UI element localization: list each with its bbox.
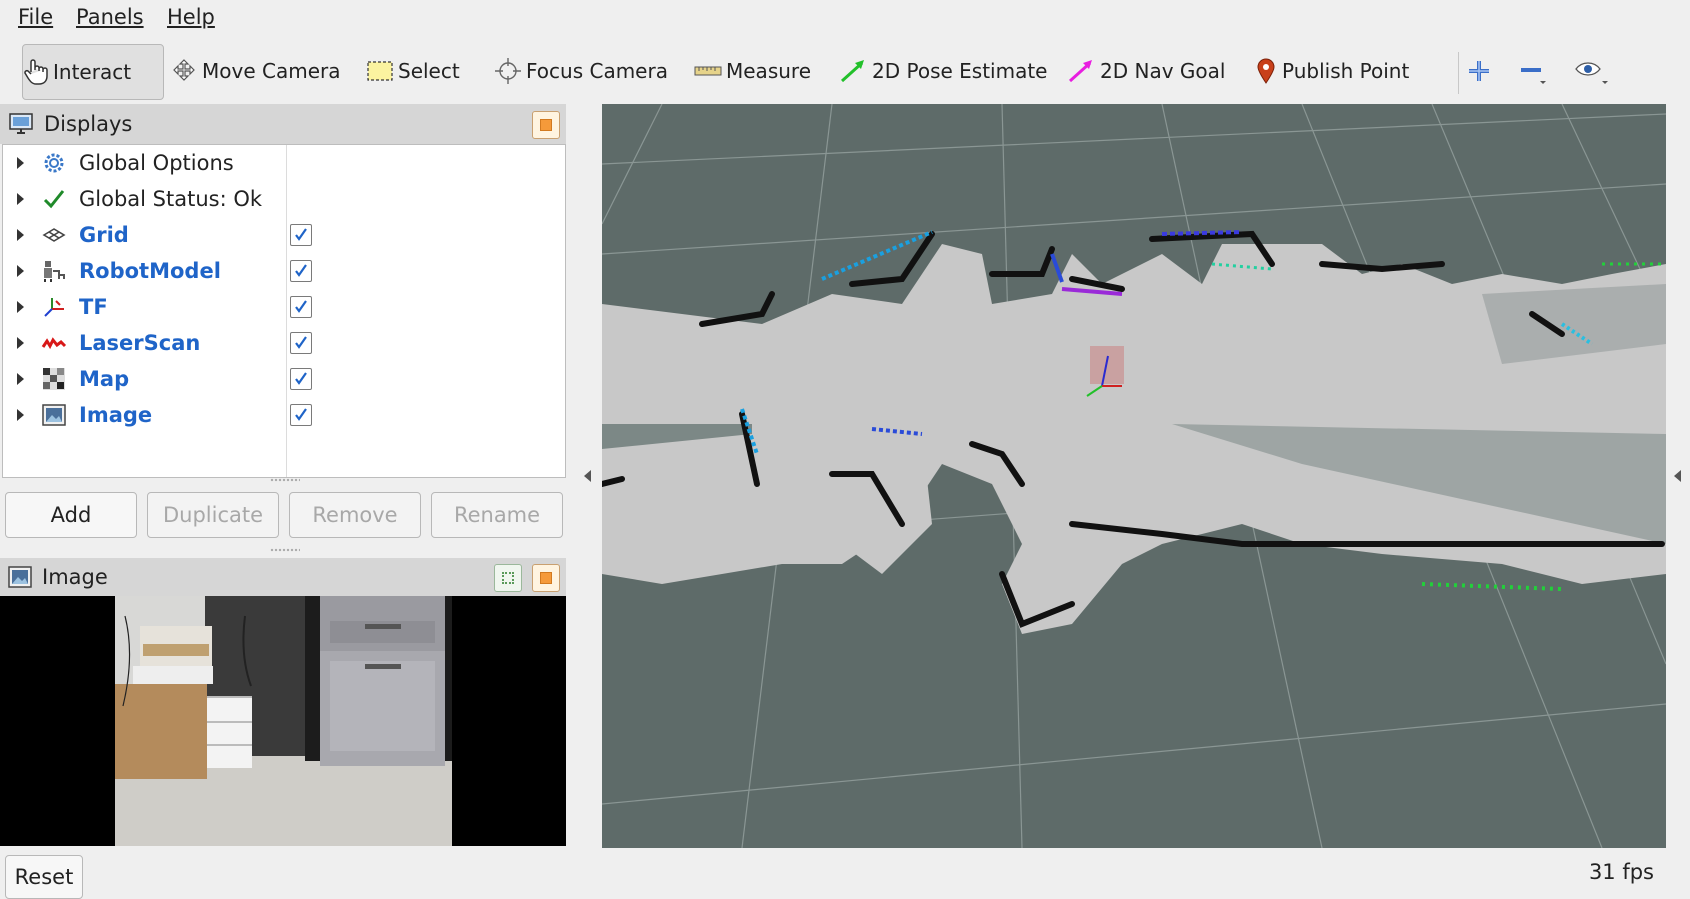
- display-item-global-status[interactable]: Global Status: Ok: [3, 181, 565, 217]
- publish-point-tool-button[interactable]: Publish Point: [1254, 44, 1409, 98]
- expand-arrow-icon[interactable]: [17, 373, 24, 385]
- select-box-icon: [367, 61, 393, 81]
- image-close-button[interactable]: [532, 564, 560, 592]
- display-item-label: LaserScan: [79, 331, 201, 355]
- hand-pointer-icon: [24, 59, 48, 85]
- grid-enabled-checkbox[interactable]: [290, 224, 312, 246]
- axes-icon: [41, 294, 67, 320]
- remove-display-button[interactable]: Remove: [289, 492, 421, 538]
- display-item-laserscan[interactable]: LaserScan: [3, 325, 565, 361]
- fps-readout: 31 fps: [1588, 860, 1654, 884]
- displays-panel-title: Displays: [44, 112, 133, 136]
- measure-tool-button[interactable]: Measure: [694, 44, 811, 98]
- map-scene: [602, 104, 1666, 848]
- office-scene-image: [115, 596, 452, 846]
- duplicate-display-button[interactable]: Duplicate: [147, 492, 279, 538]
- laser-icon: [41, 330, 67, 356]
- expand-arrow-icon[interactable]: [17, 229, 24, 241]
- display-item-robotmodel[interactable]: RobotModel: [3, 253, 565, 289]
- image-icon: [41, 402, 67, 428]
- image-float-button[interactable]: [494, 564, 522, 592]
- displays-close-button[interactable]: [532, 111, 560, 139]
- green-arrow-icon: [840, 60, 864, 83]
- display-item-image[interactable]: Image: [3, 397, 565, 433]
- move-camera-tool-button[interactable]: Move Camera: [170, 44, 340, 98]
- camera-photo: [115, 596, 452, 846]
- display-item-label: RobotModel: [79, 259, 221, 283]
- nav-goal-tool-button[interactable]: 2D Nav Goal: [1066, 44, 1225, 98]
- move-camera-icon: [173, 59, 195, 81]
- menu-file[interactable]: File: [18, 5, 53, 29]
- robotmodel-enabled-checkbox[interactable]: [290, 260, 312, 282]
- display-item-label: Image: [79, 403, 153, 427]
- eye-icon: [1575, 62, 1608, 84]
- display-item-map[interactable]: Map: [3, 361, 565, 397]
- display-item-label: Global Options: [79, 151, 234, 175]
- monitor-icon: [9, 113, 33, 134]
- map-icon: [41, 366, 67, 392]
- minus-icon: [1521, 68, 1546, 84]
- rename-display-button[interactable]: Rename: [431, 492, 563, 538]
- display-item-label: TF: [79, 295, 108, 319]
- focus-camera-tool-button[interactable]: Focus Camera: [494, 44, 668, 98]
- toolbar: Interact Move Camera Select Focus Camera…: [0, 40, 1690, 104]
- ruler-icon: [694, 66, 722, 76]
- map-enabled-checkbox[interactable]: [290, 368, 312, 390]
- image-panel-title: Image: [42, 565, 108, 589]
- menu-help[interactable]: Help: [167, 5, 215, 29]
- display-item-label: Grid: [79, 223, 129, 247]
- menu-bar: File Panels Help: [0, 0, 1690, 36]
- display-item-tf[interactable]: TF: [3, 289, 565, 325]
- status-bar: [0, 852, 1690, 897]
- image-enabled-checkbox[interactable]: [290, 404, 312, 426]
- image-panel-header: Image: [0, 558, 566, 596]
- display-item-grid[interactable]: Grid: [3, 217, 565, 253]
- add-tool-button[interactable]: [1466, 44, 1496, 98]
- map-pin-icon: [1257, 58, 1275, 84]
- robot-icon: [41, 258, 67, 284]
- grid-icon: [41, 222, 67, 248]
- magenta-arrow-icon: [1068, 60, 1092, 83]
- laserscan-enabled-checkbox[interactable]: [290, 332, 312, 354]
- interact-tool-button[interactable]: Interact: [22, 44, 164, 100]
- focus-camera-icon: [495, 58, 521, 84]
- image-icon: [8, 566, 32, 588]
- splitter-handle[interactable]: [270, 548, 300, 552]
- expand-arrow-icon[interactable]: [17, 193, 24, 205]
- displays-tree: Global Options Global Status: Ok Grid Ro…: [2, 144, 566, 478]
- expand-arrow-icon[interactable]: [17, 409, 24, 421]
- expand-arrow-icon[interactable]: [17, 337, 24, 349]
- toolbar-separator: [1458, 52, 1459, 94]
- camera-image-view: [0, 596, 566, 846]
- display-item-label: Map: [79, 367, 130, 391]
- expand-right-panel-arrow[interactable]: [1674, 470, 1681, 482]
- checkmark-icon: [41, 186, 67, 212]
- plus-icon: [1469, 61, 1489, 81]
- menu-panels[interactable]: Panels: [76, 5, 144, 29]
- reset-button[interactable]: Reset: [5, 855, 83, 899]
- select-tool-button[interactable]: Select: [366, 44, 460, 98]
- gear-icon: [41, 150, 67, 176]
- pose-estimate-tool-button[interactable]: 2D Pose Estimate: [838, 44, 1048, 98]
- expand-arrow-icon[interactable]: [17, 301, 24, 313]
- expand-arrow-icon[interactable]: [17, 265, 24, 277]
- add-display-button[interactable]: Add: [5, 492, 137, 538]
- splitter-handle[interactable]: [270, 478, 300, 482]
- expand-arrow-icon[interactable]: [17, 157, 24, 169]
- displays-panel-header: Displays: [0, 104, 566, 144]
- display-item-label: Global Status: Ok: [79, 187, 263, 211]
- display-item-global-options[interactable]: Global Options: [3, 145, 565, 181]
- view-options-button[interactable]: [1574, 44, 1614, 98]
- tf-enabled-checkbox[interactable]: [290, 296, 312, 318]
- render-viewport[interactable]: [602, 104, 1666, 848]
- remove-tool-button[interactable]: [1518, 44, 1552, 98]
- collapse-left-panel-arrow[interactable]: [584, 470, 591, 482]
